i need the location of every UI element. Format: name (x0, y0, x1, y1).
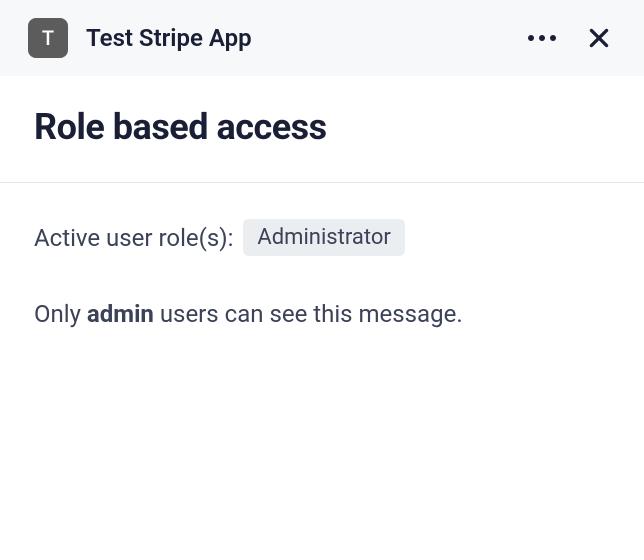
header-left: T Test Stripe App (28, 18, 252, 58)
close-button[interactable] (582, 21, 616, 55)
more-options-button[interactable] (520, 27, 564, 49)
message-bold: admin (87, 300, 154, 328)
content-area: Active user role(s): Administrator Only … (0, 183, 644, 364)
admin-message: Only admin users can see this message. (34, 300, 610, 328)
app-name: Test Stripe App (86, 24, 252, 52)
app-icon-letter: T (42, 26, 54, 50)
header-right (520, 21, 616, 55)
message-suffix: users can see this message. (154, 300, 463, 328)
close-icon (586, 25, 612, 51)
role-badge: Administrator (243, 219, 404, 256)
message-prefix: Only (34, 300, 87, 328)
ellipsis-icon (528, 35, 534, 41)
role-row: Active user role(s): Administrator (34, 219, 610, 256)
ellipsis-icon (550, 35, 556, 41)
ellipsis-icon (539, 35, 545, 41)
page-title: Role based access (34, 106, 610, 148)
app-icon: T (28, 18, 68, 58)
title-section: Role based access (0, 76, 644, 183)
role-label: Active user role(s): (34, 224, 233, 252)
app-header: T Test Stripe App (0, 0, 644, 76)
